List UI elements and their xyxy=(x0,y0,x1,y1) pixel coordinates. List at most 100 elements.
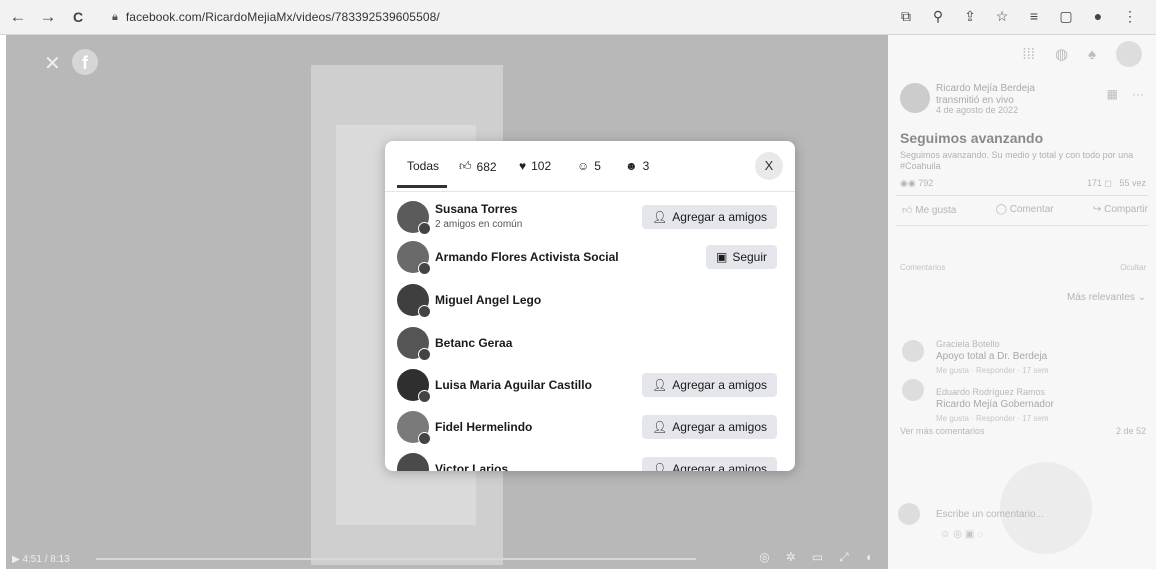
reactor-row[interactable]: Luisa Maria Aguilar Castillo 👤︎ Agregar … xyxy=(397,367,785,403)
video-control-icons: ◎ ✲ ▭ ⤢ ◖ xyxy=(759,550,872,565)
comment-actions[interactable]: Me gusta · Responder · 17 sem xyxy=(936,366,1049,375)
post-title: Seguimos avanzando xyxy=(900,130,1044,146)
video-progress-bar[interactable] xyxy=(96,558,696,560)
reaction-count[interactable]: ◉◉ 792 xyxy=(900,178,933,189)
poster-name[interactable]: Ricardo Mejía Berdeja transmitió en vivo xyxy=(936,83,1035,107)
divider xyxy=(896,225,1148,226)
group-icon[interactable]: ▦ xyxy=(1107,87,1118,101)
comment-text: Apoyo total a Dr. Berdeja xyxy=(936,351,1048,362)
reactor-row[interactable]: Miguel Angel Lego xyxy=(397,282,785,318)
reactor-name[interactable]: Armando Flores Activista Social xyxy=(435,250,619,264)
add-friend-button[interactable]: 👤︎ Agregar a amigos xyxy=(642,373,777,397)
reaction-tabs: Todas 👍︎ 682 ♥ 102 ☺ 5 ☻ 3 X xyxy=(385,141,795,192)
view-more-comments-link[interactable]: Ver más comentarios xyxy=(900,426,985,436)
tab-like[interactable]: 👍︎ 682 xyxy=(459,159,497,174)
tab-love[interactable]: ♥ 102 xyxy=(519,159,551,173)
menu-dots-icon[interactable]: ⋮ xyxy=(1122,8,1138,25)
settings-gear-icon[interactable]: ✲ xyxy=(786,550,796,565)
notifications-bell-icon[interactable]: ♠ xyxy=(1088,46,1096,63)
follow-button[interactable]: ▣ Seguir xyxy=(705,245,777,269)
facebook-logo-icon[interactable]: f xyxy=(72,49,98,75)
reaction-badge-icon xyxy=(418,390,431,403)
hide-comments-link[interactable]: Ocultar xyxy=(1120,263,1146,272)
reactions-dialog: Todas 👍︎ 682 ♥ 102 ☺ 5 ☻ 3 X Susana Torr… xyxy=(385,141,795,471)
post-actions: 👍︎ Me gusta ◯ Comentar ↪ Compartir xyxy=(902,204,1148,216)
reactor-name[interactable]: Miguel Angel Lego xyxy=(435,293,541,307)
avatar[interactable] xyxy=(902,379,924,401)
tab-care[interactable]: ☺ 5 xyxy=(577,159,601,173)
reactor-name[interactable]: Fidel Hermelindo xyxy=(435,420,532,434)
messenger-icon[interactable]: ◍ xyxy=(1055,45,1068,63)
avatar[interactable] xyxy=(397,284,431,318)
like-button[interactable]: 👍︎ Me gusta xyxy=(902,204,956,216)
expand-icon[interactable]: ⤢ xyxy=(839,550,849,565)
avatar[interactable] xyxy=(902,340,924,362)
tab-wow[interactable]: ☻ 3 xyxy=(625,159,649,173)
side-panel-icon[interactable]: ▢ xyxy=(1058,8,1074,25)
post-date[interactable]: 4 de agosto de 2022 xyxy=(936,105,1018,115)
forward-icon[interactable]: → xyxy=(36,7,60,27)
reactor-row[interactable]: Susana Torres 2 amigos en común 👤︎ Agreg… xyxy=(397,199,785,235)
tab-all[interactable]: Todas xyxy=(407,159,439,173)
share-button[interactable]: ↪ Compartir xyxy=(1093,204,1148,216)
avatar[interactable] xyxy=(397,369,431,403)
share-icon[interactable]: ⇪ xyxy=(962,8,978,25)
install-icon[interactable]: ⧉ xyxy=(898,8,914,25)
wow-reaction-icon: ☻ xyxy=(625,159,638,173)
avatar[interactable] xyxy=(397,411,431,445)
comments-heading: Comentarios xyxy=(900,263,946,272)
zoom-icon[interactable]: ⚲ xyxy=(930,8,946,25)
comment-actions[interactable]: Me gusta · Responder · 17 sem xyxy=(936,414,1049,423)
more-options-icon[interactable]: ··· xyxy=(1132,87,1144,101)
add-friend-icon: 👤︎ xyxy=(652,420,668,434)
comment-button[interactable]: ◯ Comentar xyxy=(996,204,1054,216)
like-reaction-icon: 👍︎ xyxy=(459,159,472,173)
volume-icon[interactable]: ◖ xyxy=(865,550,872,565)
poster-avatar[interactable] xyxy=(900,83,930,113)
comment-count: 2 de 52 xyxy=(1115,426,1146,436)
comment-input-icons[interactable]: ☺◎▣◌ xyxy=(940,529,986,540)
add-friend-icon: 👤︎ xyxy=(652,462,668,471)
reactor-name[interactable]: Luisa Maria Aguilar Castillo xyxy=(435,378,592,392)
back-icon[interactable]: ← xyxy=(6,7,30,27)
write-comment-input[interactable]: Escribe un comentario... xyxy=(936,509,1044,520)
close-video-icon[interactable]: ✕ xyxy=(44,51,61,76)
follow-icon: ▣ xyxy=(715,250,728,264)
share-arrow-icon: ↪ xyxy=(1092,204,1102,215)
reload-icon[interactable]: C xyxy=(66,9,90,25)
add-friend-button[interactable]: 👤︎ Agregar a amigos xyxy=(642,415,777,439)
post-body: Seguimos avanzando. Su medio y total y c… xyxy=(900,150,1134,171)
divider xyxy=(896,195,1148,196)
add-friend-button[interactable]: 👤︎ Agregar a amigos xyxy=(642,457,777,471)
reaction-badge-icon xyxy=(418,305,431,318)
reactor-name[interactable]: Victor Larios xyxy=(435,462,508,471)
avatar[interactable] xyxy=(397,241,431,275)
miniplayer-icon[interactable]: ▭ xyxy=(812,550,823,565)
reactor-row[interactable]: Fidel Hermelindo 👤︎ Agregar a amigos xyxy=(397,409,785,445)
sort-comments-dropdown[interactable]: Más relevantes ⌄ xyxy=(1067,292,1146,303)
care-reaction-icon: ☺ xyxy=(577,159,590,173)
captions-icon[interactable]: ◎ xyxy=(759,550,769,565)
reactor-name[interactable]: Betanc Geraa xyxy=(435,336,512,350)
engagement-counts[interactable]: 171 ◻ 55 vez xyxy=(1087,178,1146,189)
reactor-row[interactable]: Betanc Geraa xyxy=(397,325,785,361)
reactor-name[interactable]: Susana Torres xyxy=(435,202,517,216)
avatar[interactable] xyxy=(397,453,429,471)
avatar[interactable] xyxy=(397,201,431,235)
menu-grid-icon[interactable]: ⁞⁞⁞ xyxy=(1022,46,1035,63)
reading-list-icon[interactable]: ≡ xyxy=(1026,8,1042,25)
reactor-row[interactable]: Victor Larios 👤︎ Agregar a amigos xyxy=(397,451,785,471)
comment-text: Ricardo Mejía Gobernador xyxy=(936,399,1054,410)
reactor-row[interactable]: Armando Flores Activista Social ▣ Seguir xyxy=(397,239,785,275)
video-controls: ▶ 4:51 / 8:13 ◎ ✲ ▭ ⤢ ◖ xyxy=(6,547,888,569)
profile-icon[interactable]: ● xyxy=(1090,8,1106,25)
address-bar[interactable]: facebook.com/RicardoMejiaMx/videos/78339… xyxy=(126,10,440,24)
close-dialog-button[interactable]: X xyxy=(755,152,783,180)
account-avatar[interactable] xyxy=(1116,41,1142,67)
bookmark-star-icon[interactable]: ☆ xyxy=(994,8,1010,25)
commenter-name[interactable]: Eduardo Rodríguez Ramos xyxy=(936,387,1045,397)
avatar[interactable] xyxy=(397,327,431,361)
mutual-friends: 2 amigos en común xyxy=(435,219,523,230)
commenter-name[interactable]: Graciela Botello xyxy=(936,339,1000,349)
add-friend-button[interactable]: 👤︎ Agregar a amigos xyxy=(642,205,777,229)
